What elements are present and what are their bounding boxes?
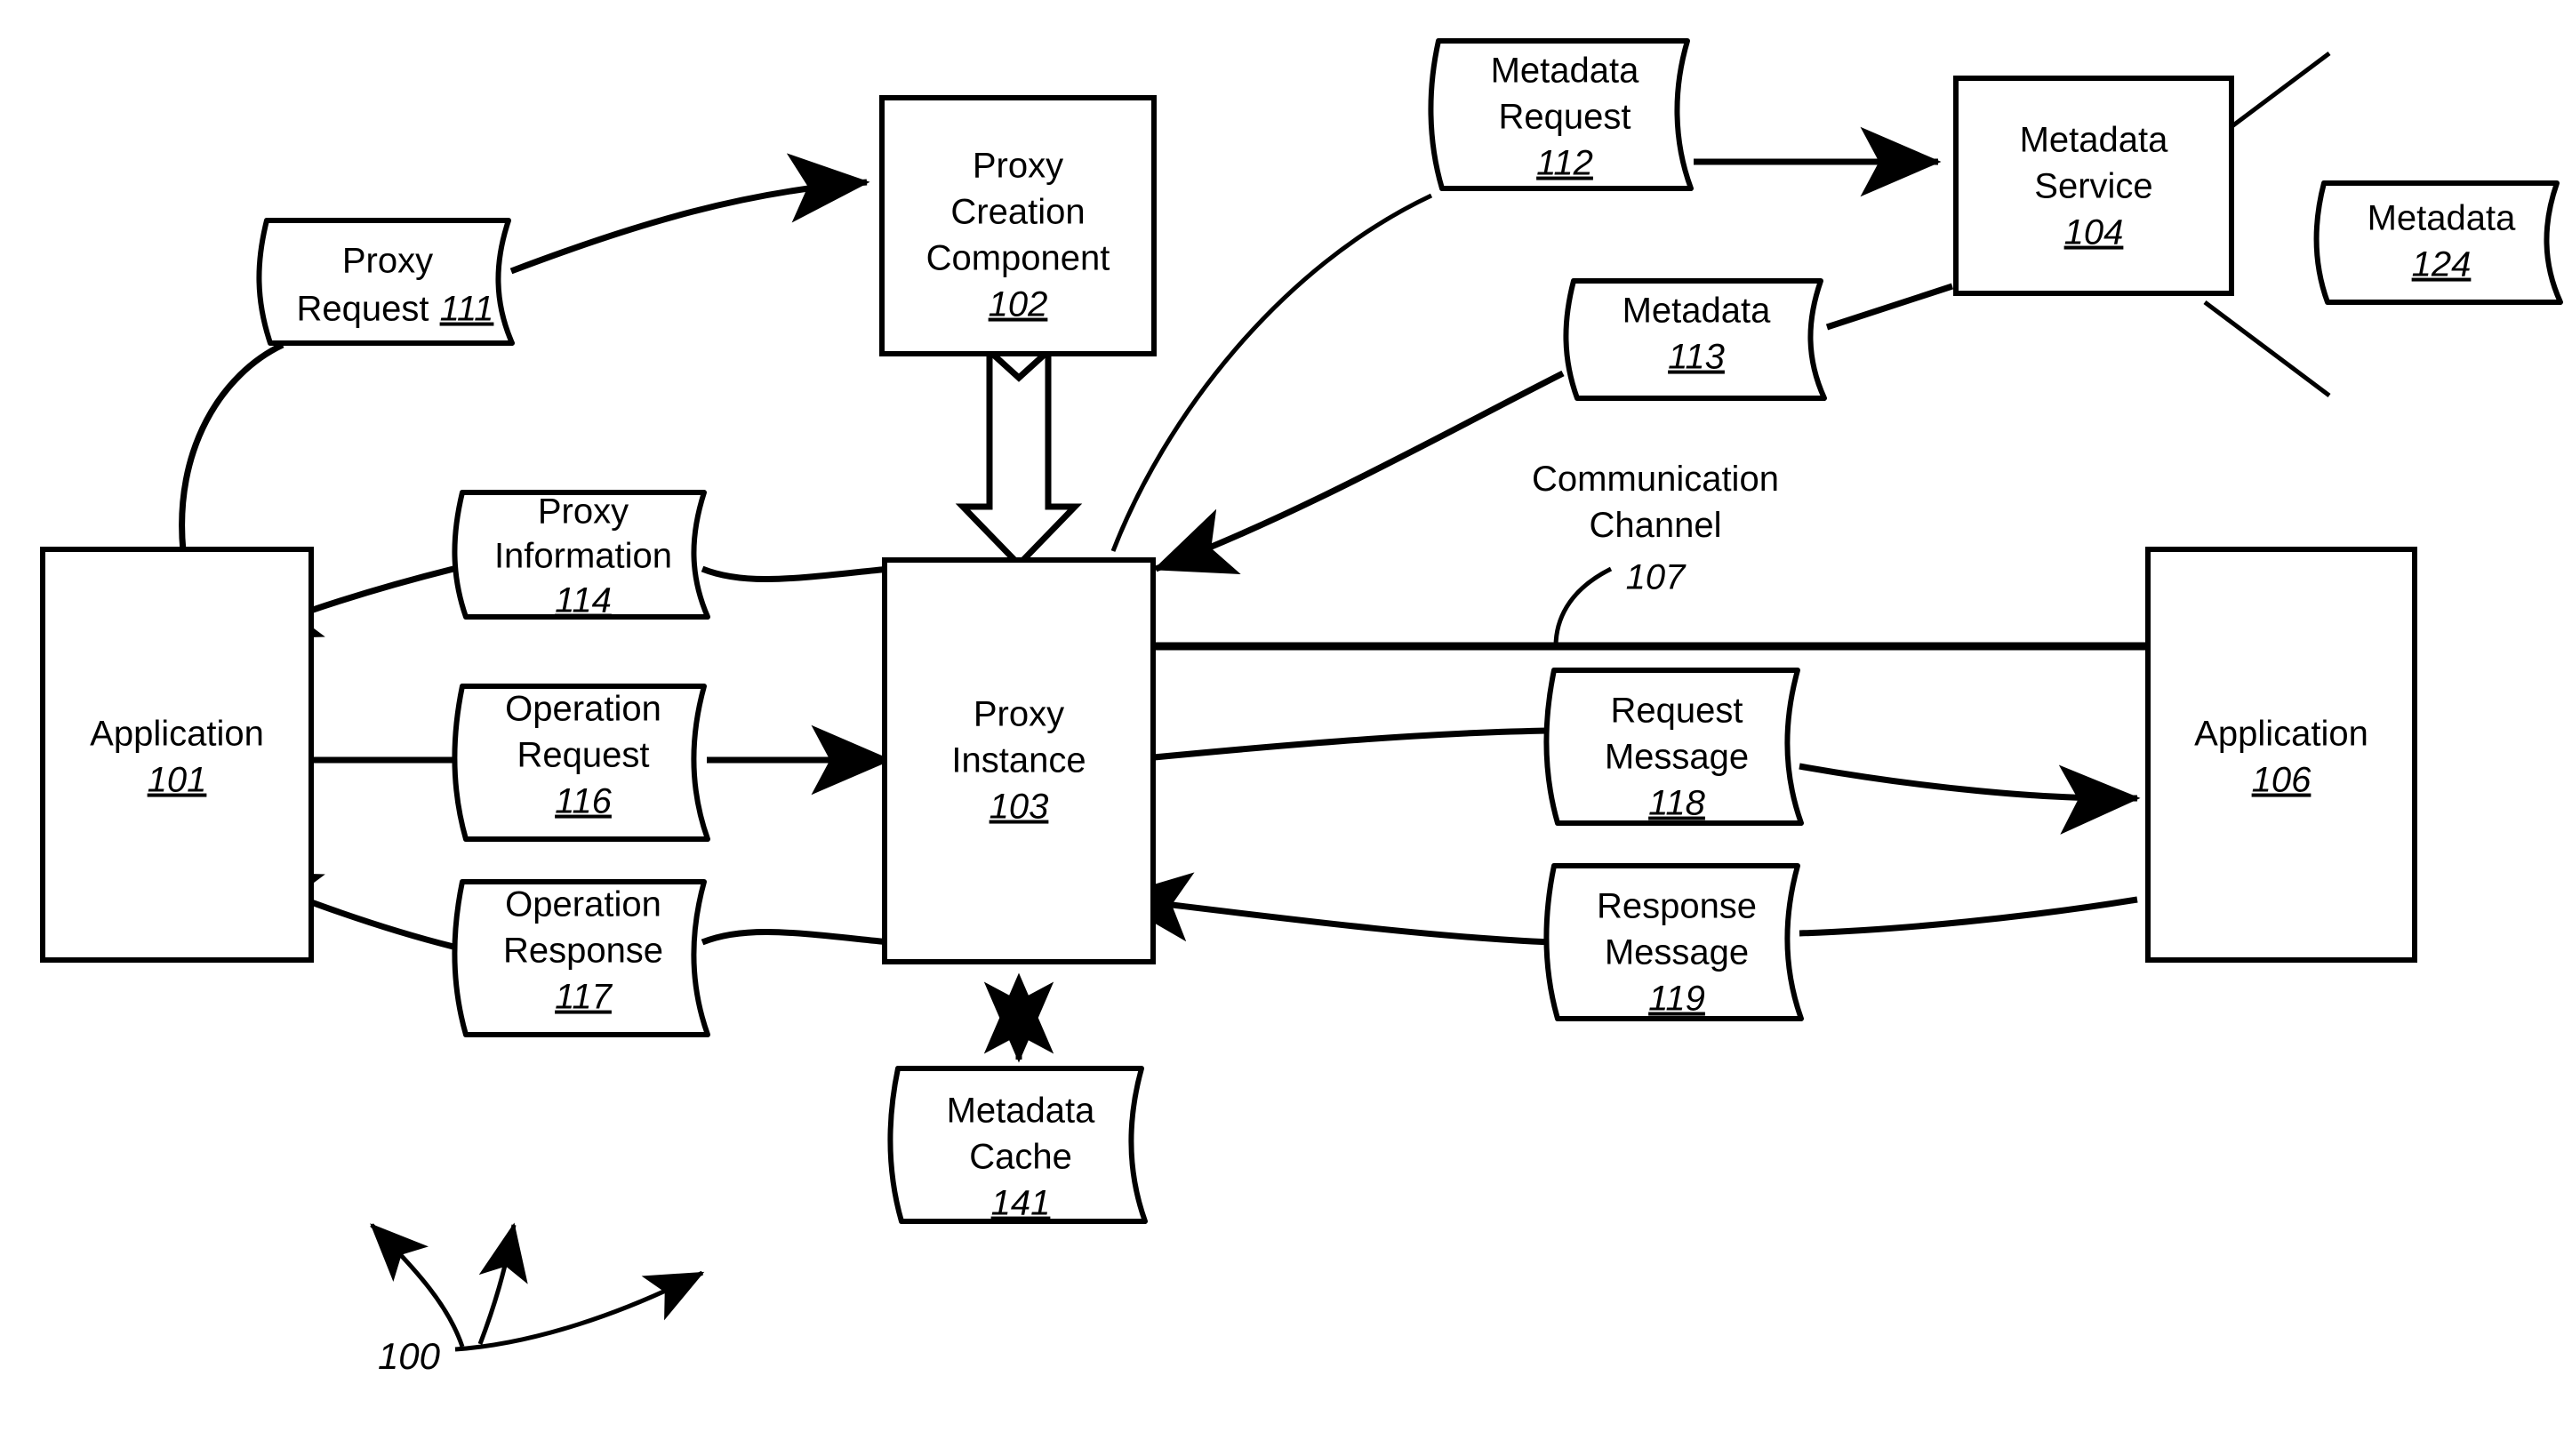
node-label-proxy-creation-component-line1: Proxy <box>973 147 1063 186</box>
node-label-proxy-instance-line1: Proxy <box>974 695 1064 734</box>
doc-label-response-message-line1: Response <box>1597 887 1757 926</box>
node-ref-application-101: 101 <box>148 761 207 800</box>
doc-ref-proxy-information-114: 114 <box>555 581 612 620</box>
node-application-101[interactable] <box>40 547 314 963</box>
connector-proxy-instance-to-request-message <box>1107 727 1552 765</box>
doc-label-operation-request-line1: Operation <box>505 690 661 729</box>
doc-label-request-message-line2: Message <box>1605 738 1749 777</box>
node-label-application-101: Application <box>90 715 264 754</box>
node-application-106[interactable] <box>2145 547 2417 963</box>
doc-ref-response-message-119: 119 <box>1648 980 1705 1019</box>
node-ref-metadata-service-104: 104 <box>2064 213 2124 252</box>
metadata-service-wedge-lower-line <box>2203 300 2331 397</box>
annotation-ref-communication-channel-107: 107 <box>1626 558 1687 597</box>
doc-label-response-message-line2: Message <box>1605 933 1749 972</box>
doc-ref-metadata-113: 113 <box>1668 338 1725 377</box>
doc-label-operation-request-line2: Request <box>517 736 650 775</box>
doc-label-metadata-cache-line1: Metadata <box>947 1092 1096 1131</box>
node-label-proxy-creation-component-line3: Component <box>926 239 1110 278</box>
figure-ref-leader-arrow-2 <box>477 1222 528 1345</box>
connector-metadata-service-to-metadata113 <box>1825 283 1954 331</box>
node-ref-proxy-creation-component-102: 102 <box>989 285 1048 324</box>
annotation-communication-channel-line2: Channel <box>1589 506 1721 545</box>
node-ref-application-106: 106 <box>2252 761 2312 800</box>
connector-proxy-instance-to-operation-response <box>701 928 890 946</box>
doc-ref-metadata-request-112: 112 <box>1536 144 1593 183</box>
figure-reference-numeral-100: 100 <box>378 1335 441 1377</box>
doc-label-proxy-information-line1: Proxy <box>538 492 629 532</box>
doc-label-proxy-information-line2: Information <box>494 537 672 576</box>
node-label-proxy-creation-component-line2: Creation <box>950 193 1085 232</box>
doc-ref-operation-response-117: 117 <box>555 978 613 1017</box>
doc-label-metadata-request-line1: Metadata <box>1491 52 1640 91</box>
doc-ref-proxy-request-111: 111 <box>440 290 494 329</box>
doc-label-operation-response-line2: Response <box>503 932 663 971</box>
patent-figure-canvas: Application 101 Proxy Creation Component… <box>0 0 2564 1456</box>
node-label-metadata-service-line2: Service <box>2034 167 2152 206</box>
node-label-proxy-instance-line2: Instance <box>951 741 1086 780</box>
doc-label-metadata-request-line2: Request <box>1499 98 1631 137</box>
connector-proxy-instance-to-metadata-request <box>1110 193 1433 552</box>
connector-application106-to-response-message <box>1799 896 2138 937</box>
connector-metadata113-to-proxy-instance <box>1152 370 1565 574</box>
doc-ref-request-message-118: 118 <box>1648 784 1706 823</box>
connector-application101-to-proxy-request <box>179 341 284 552</box>
node-label-metadata-service-line1: Metadata <box>2020 121 2169 160</box>
doc-label-request-message-line1: Request <box>1611 692 1743 731</box>
connector-proxy-request-to-creation-component <box>509 153 870 275</box>
doc-label-metadata-cache-line2: Cache <box>969 1138 1072 1177</box>
connector-request-message-to-application106 <box>1799 763 2141 835</box>
figure-svg: Application 101 Proxy Creation Component… <box>40 38 2563 1377</box>
connector-block-arrow-creation-to-instance <box>955 344 1083 570</box>
annotation-communication-channel-line1: Communication <box>1532 460 1779 499</box>
doc-label-metadata-124: Metadata <box>2368 199 2517 238</box>
doc-label-proxy-request-line1: Proxy <box>342 242 433 281</box>
doc-ref-metadata-124: 124 <box>2412 245 2472 284</box>
connector-proxy-instance-to-proxy-information <box>701 565 890 583</box>
connector-response-message-to-proxy-instance <box>1110 872 1552 946</box>
doc-label-metadata-113: Metadata <box>1623 292 1772 331</box>
communication-channel-leader-line <box>1553 566 1613 647</box>
doc-ref-metadata-cache-141: 141 <box>991 1184 1051 1223</box>
node-ref-proxy-instance-103: 103 <box>990 788 1049 827</box>
doc-label-proxy-request-line2: Request <box>297 290 429 329</box>
figure-ref-leader-arrow-1 <box>370 1223 465 1348</box>
doc-label-operation-response-line1: Operation <box>505 885 661 924</box>
doc-ref-operation-request-116: 116 <box>555 782 613 821</box>
node-label-application-106: Application <box>2194 715 2368 754</box>
